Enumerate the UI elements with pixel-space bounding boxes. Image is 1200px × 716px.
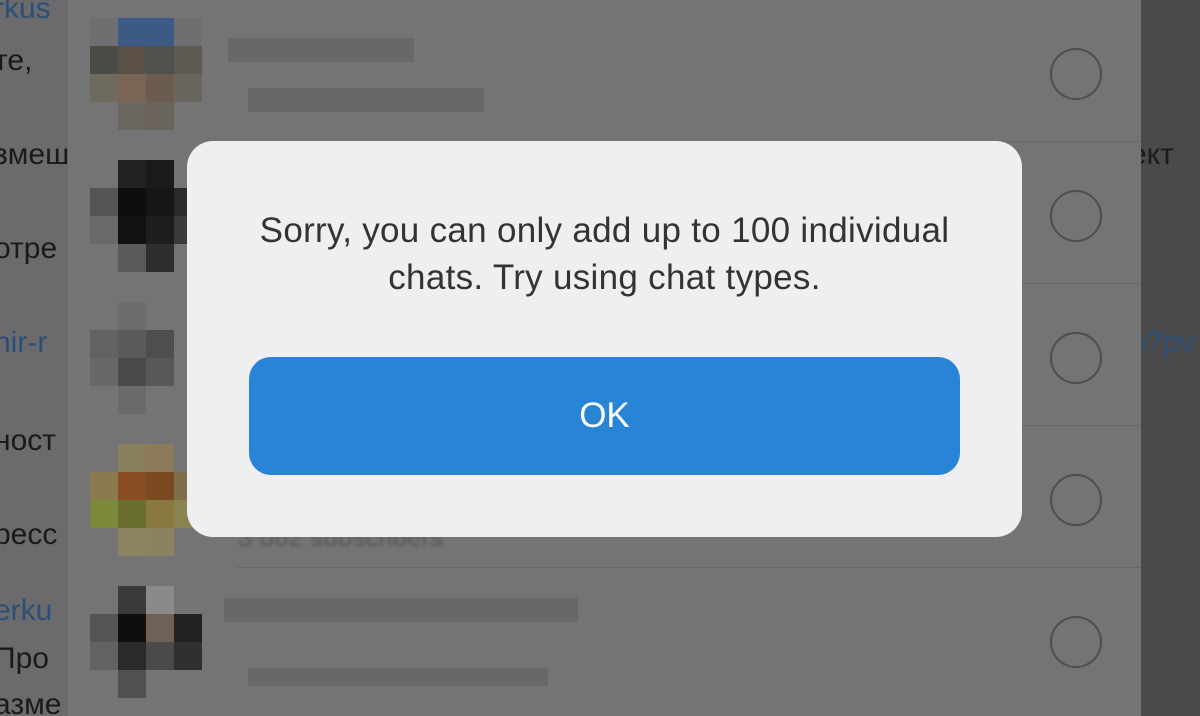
chat-subtitle-blurred: [248, 88, 484, 112]
background-text: ност: [0, 424, 56, 457]
select-radio[interactable]: [1050, 616, 1102, 668]
chat-row[interactable]: [68, 568, 1141, 710]
avatar: [90, 444, 202, 556]
background-page-right: ект e?pv: [1140, 0, 1200, 716]
ok-button[interactable]: OK: [249, 357, 960, 475]
chat-subtitle-blurred: [248, 668, 548, 686]
background-text: змеш: [0, 138, 70, 171]
background-text: ект: [1140, 138, 1174, 171]
background-text: Про: [0, 642, 49, 675]
background-text: e?pv: [1140, 326, 1196, 359]
background-text: отре: [0, 232, 58, 265]
background-text: ресс: [0, 518, 58, 551]
avatar: [90, 18, 202, 130]
select-radio[interactable]: [1050, 332, 1102, 384]
alert-message: Sorry, you can only add up to 100 indivi…: [259, 211, 950, 297]
select-radio[interactable]: [1050, 48, 1102, 100]
background-text: hir-r: [0, 326, 48, 359]
chat-name-blurred: [224, 598, 578, 622]
select-radio[interactable]: [1050, 190, 1102, 242]
background-text: те,: [0, 44, 33, 77]
chat-name-blurred: [228, 38, 414, 62]
background-text: rkus: [0, 0, 51, 25]
alert-dialog: Sorry, you can only add up to 100 indivi…: [187, 141, 1022, 537]
select-radio[interactable]: [1050, 474, 1102, 526]
background-page-left: rkus те, змеш отре hir-r ност ресс erku …: [0, 0, 70, 716]
avatar: [90, 160, 202, 272]
background-text: erku: [0, 594, 53, 627]
chat-row[interactable]: [68, 0, 1141, 142]
avatar: [90, 302, 202, 414]
background-text: азме: [0, 688, 62, 716]
avatar: [90, 586, 202, 698]
